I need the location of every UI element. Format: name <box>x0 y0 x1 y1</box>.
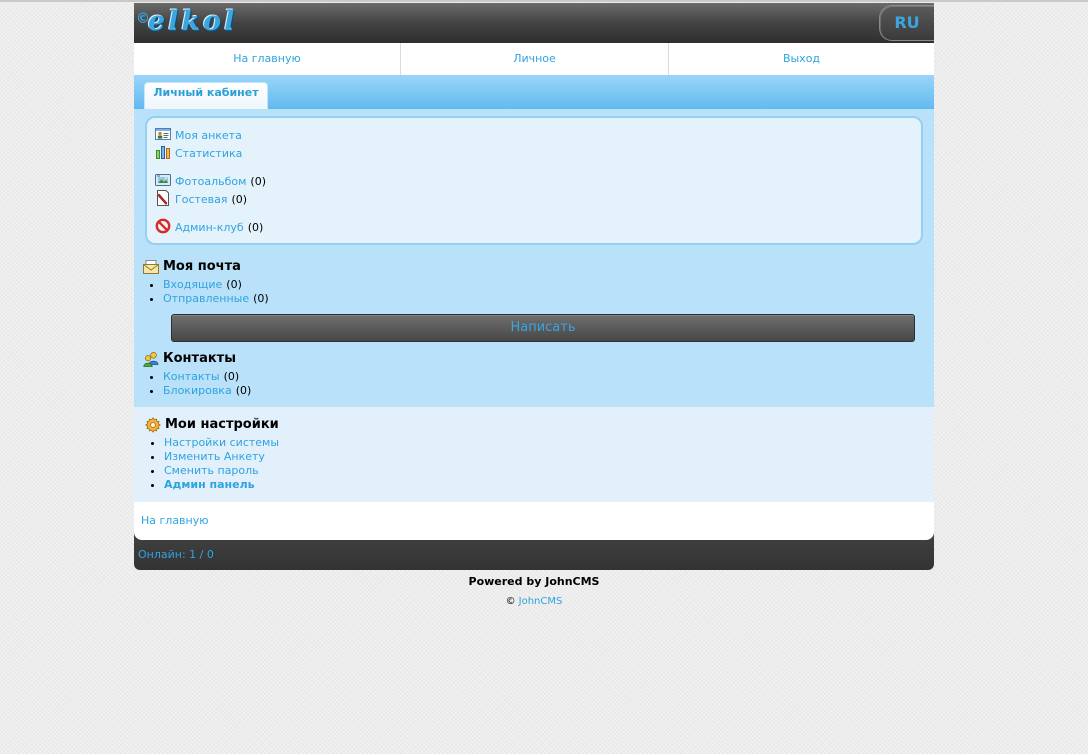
cabinet-item-profile: Моя анкета <box>147 127 921 145</box>
change-password-link[interactable]: Сменить пароль <box>164 464 259 477</box>
list-item: Настройки системы <box>164 436 279 450</box>
contacts-list: Контакты(0) Блокировка(0) <box>134 370 251 398</box>
footer-home-link[interactable]: На главную <box>141 502 209 540</box>
admin-club-count: (0) <box>247 221 264 234</box>
mail-icon <box>143 259 159 275</box>
mail-heading: Моя почта <box>143 258 241 276</box>
contacts-link[interactable]: Контакты <box>163 370 220 383</box>
list-item: Входящие (0) <box>163 278 269 292</box>
settings-heading: Мои настройки <box>145 416 279 434</box>
contacts-heading: Контакты <box>143 350 236 368</box>
my-profile-link[interactable]: Моя анкета <box>175 127 242 145</box>
guestbook-count: (0) <box>231 193 248 206</box>
blocklist-count: (0) <box>235 384 252 397</box>
settings-icon <box>145 417 161 433</box>
johncms-link[interactable]: JohnCMS <box>519 596 563 607</box>
list-item: Отправленные (0) <box>163 292 269 306</box>
admin-club-link[interactable]: Админ-клуб <box>175 219 244 237</box>
contacts-icon <box>143 351 159 367</box>
cabinet-menu-box: Моя анкета Статистика Фотоальбом (0) Гос… <box>145 116 923 245</box>
guestbook-icon <box>155 190 171 206</box>
tab-bar: Личный кабинет <box>134 75 934 109</box>
photo-album-count: (0) <box>250 175 266 188</box>
settings-title: Мои настройки <box>165 417 279 432</box>
nav-home-link[interactable]: На главную <box>134 43 400 75</box>
page-footer: На главную Онлайн: 1 / 0 <box>134 502 934 570</box>
online-counter[interactable]: Онлайн: 1 / 0 <box>138 540 214 570</box>
photo-album-link[interactable]: Фотоальбом <box>175 173 246 191</box>
site-header: © elkol RU <box>134 3 934 43</box>
list-item: Сменить пароль <box>164 464 279 478</box>
nav-logout-link[interactable]: Выход <box>668 43 934 75</box>
top-border-line <box>0 0 1088 2</box>
copyright-symbol: © <box>505 596 516 607</box>
cabinet-item-admin-club: Админ-клуб (0) <box>147 218 921 237</box>
powered-by-text: Powered by JohnCMS <box>468 575 600 588</box>
admin-panel-link[interactable]: Админ панель <box>164 478 255 491</box>
statistics-icon <box>155 144 171 160</box>
language-button[interactable]: RU <box>879 5 934 41</box>
footer-links-bar: На главную <box>134 502 934 540</box>
cabinet-item-photo-album: Фотоальбом (0) <box>147 173 921 191</box>
sent-count: (0) <box>253 292 269 305</box>
sent-link[interactable]: Отправленные <box>163 292 249 305</box>
settings-list: Настройки системы Изменить Анкету Сменит… <box>134 436 279 492</box>
list-item: Изменить Анкету <box>164 450 279 464</box>
edit-profile-link[interactable]: Изменить Анкету <box>164 450 265 463</box>
contacts-title: Контакты <box>163 351 236 366</box>
photo-album-icon <box>155 172 171 188</box>
list-item: Админ панель <box>164 478 279 492</box>
mail-title: Моя почта <box>163 259 241 274</box>
page-container: © elkol RU На главную Личное Выход Личны… <box>134 3 934 570</box>
system-settings-link[interactable]: Настройки системы <box>164 436 279 449</box>
settings-section: Мои настройки Настройки системы Изменить… <box>134 407 934 502</box>
list-item: Контакты(0) <box>163 370 251 384</box>
nav-personal-link[interactable]: Личное <box>400 43 668 75</box>
blocklist-link[interactable]: Блокировка <box>163 384 232 397</box>
mail-list: Входящие(0) Отправленные(0) <box>134 278 269 306</box>
inbox-count: (0) <box>226 278 242 291</box>
inbox-link[interactable]: Входящие <box>163 278 222 291</box>
cabinet-item-guestbook: Гостевая (0) <box>147 190 921 209</box>
main-nav: На главную Личное Выход <box>134 43 934 75</box>
list-item: Блокировка(0) <box>163 384 251 398</box>
copyright-line: © JohnCMS <box>134 595 934 609</box>
profile-card-icon <box>155 126 171 142</box>
admin-club-icon <box>155 218 171 234</box>
guestbook-link[interactable]: Гостевая <box>175 191 228 209</box>
contacts-count: (0) <box>223 370 240 383</box>
site-logo[interactable]: © elkol <box>134 3 244 43</box>
compose-button[interactable]: Написать <box>171 314 915 342</box>
cabinet-panel: Моя анкета Статистика Фотоальбом (0) Гос… <box>134 109 934 407</box>
tab-personal-cabinet[interactable]: Личный кабинет <box>144 82 268 109</box>
statistics-link[interactable]: Статистика <box>175 145 242 163</box>
logo-text: elkol <box>148 6 238 37</box>
cabinet-item-statistics: Статистика <box>147 145 921 163</box>
